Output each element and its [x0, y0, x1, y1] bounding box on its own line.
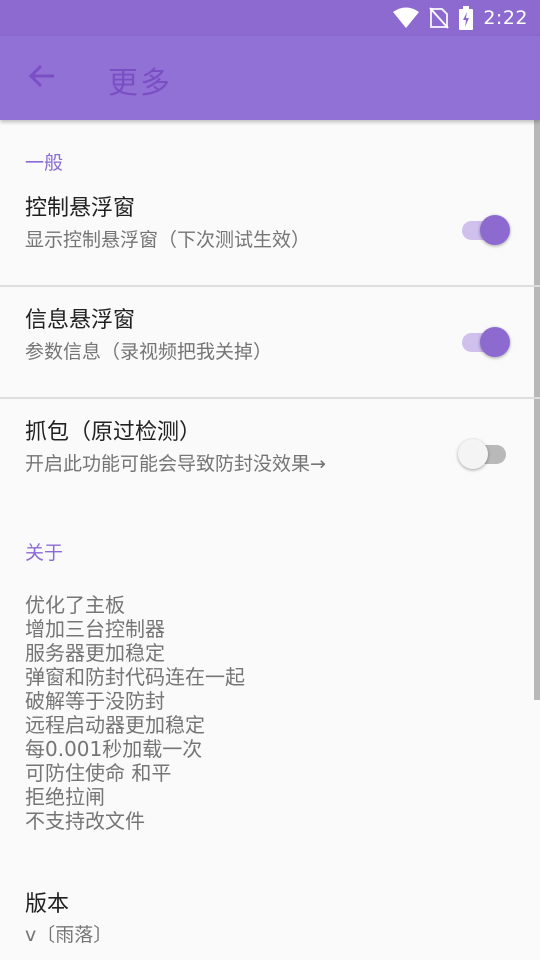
- pref-info-float-window[interactable]: 信息悬浮窗 参数信息（录视频把我关掉）: [0, 287, 540, 398]
- status-bar: 2:22: [0, 0, 540, 36]
- app-bar: 更多: [0, 36, 540, 120]
- switch-thumb: [458, 439, 488, 469]
- version-value: v〔雨落〕: [25, 924, 113, 946]
- control-float-window-switch[interactable]: [460, 212, 512, 248]
- switch-thumb: [480, 215, 510, 245]
- packet-capture-switch[interactable]: [458, 436, 512, 472]
- wifi-icon: [393, 7, 420, 29]
- about-line: 每0.001秒加载一次: [25, 737, 203, 761]
- about-line: 弹窗和防封代码连在一起: [25, 665, 245, 689]
- battery-charging-icon: [459, 6, 474, 30]
- version-title: 版本: [25, 892, 70, 917]
- pref-title: 抓包（原过检测）: [25, 420, 202, 445]
- switch-thumb: [480, 327, 510, 357]
- no-sim-icon: [429, 7, 450, 29]
- section-header-general: 一般: [25, 152, 64, 174]
- about-line: 可防住使命 和平: [25, 761, 172, 785]
- pref-summary: 参数信息（录视频把我关掉）: [25, 341, 273, 363]
- pref-control-float-window[interactable]: 控制悬浮窗 显示控制悬浮窗（下次测试生效）: [0, 175, 540, 286]
- section-header-about: 关于: [25, 542, 64, 564]
- info-float-window-switch[interactable]: [460, 324, 512, 360]
- about-line: 不支持改文件: [25, 809, 145, 833]
- arrow-left-icon: [28, 62, 56, 94]
- status-time: 2:22: [483, 7, 528, 29]
- about-line: 破解等于没防封: [25, 689, 165, 713]
- about-line: 远程启动器更加稳定: [25, 713, 205, 737]
- about-line: 拒绝拉闸: [25, 785, 105, 809]
- pref-summary: 开启此功能可能会导致防封没效果→: [25, 453, 326, 475]
- pref-summary: 显示控制悬浮窗（下次测试生效）: [25, 229, 311, 251]
- back-button[interactable]: [24, 60, 60, 96]
- about-line: 优化了主板: [25, 593, 125, 617]
- about-line: 服务器更加稳定: [25, 641, 165, 665]
- preferences-list: 一般 控制悬浮窗 显示控制悬浮窗（下次测试生效） 信息悬浮窗 参数信息（录视频把…: [0, 120, 540, 960]
- pref-packet-capture[interactable]: 抓包（原过检测） 开启此功能可能会导致防封没效果→: [0, 399, 540, 510]
- page-title: 更多: [108, 66, 172, 101]
- pref-title: 控制悬浮窗: [25, 196, 136, 221]
- pref-title: 信息悬浮窗: [25, 308, 136, 333]
- about-line: 增加三台控制器: [25, 617, 165, 641]
